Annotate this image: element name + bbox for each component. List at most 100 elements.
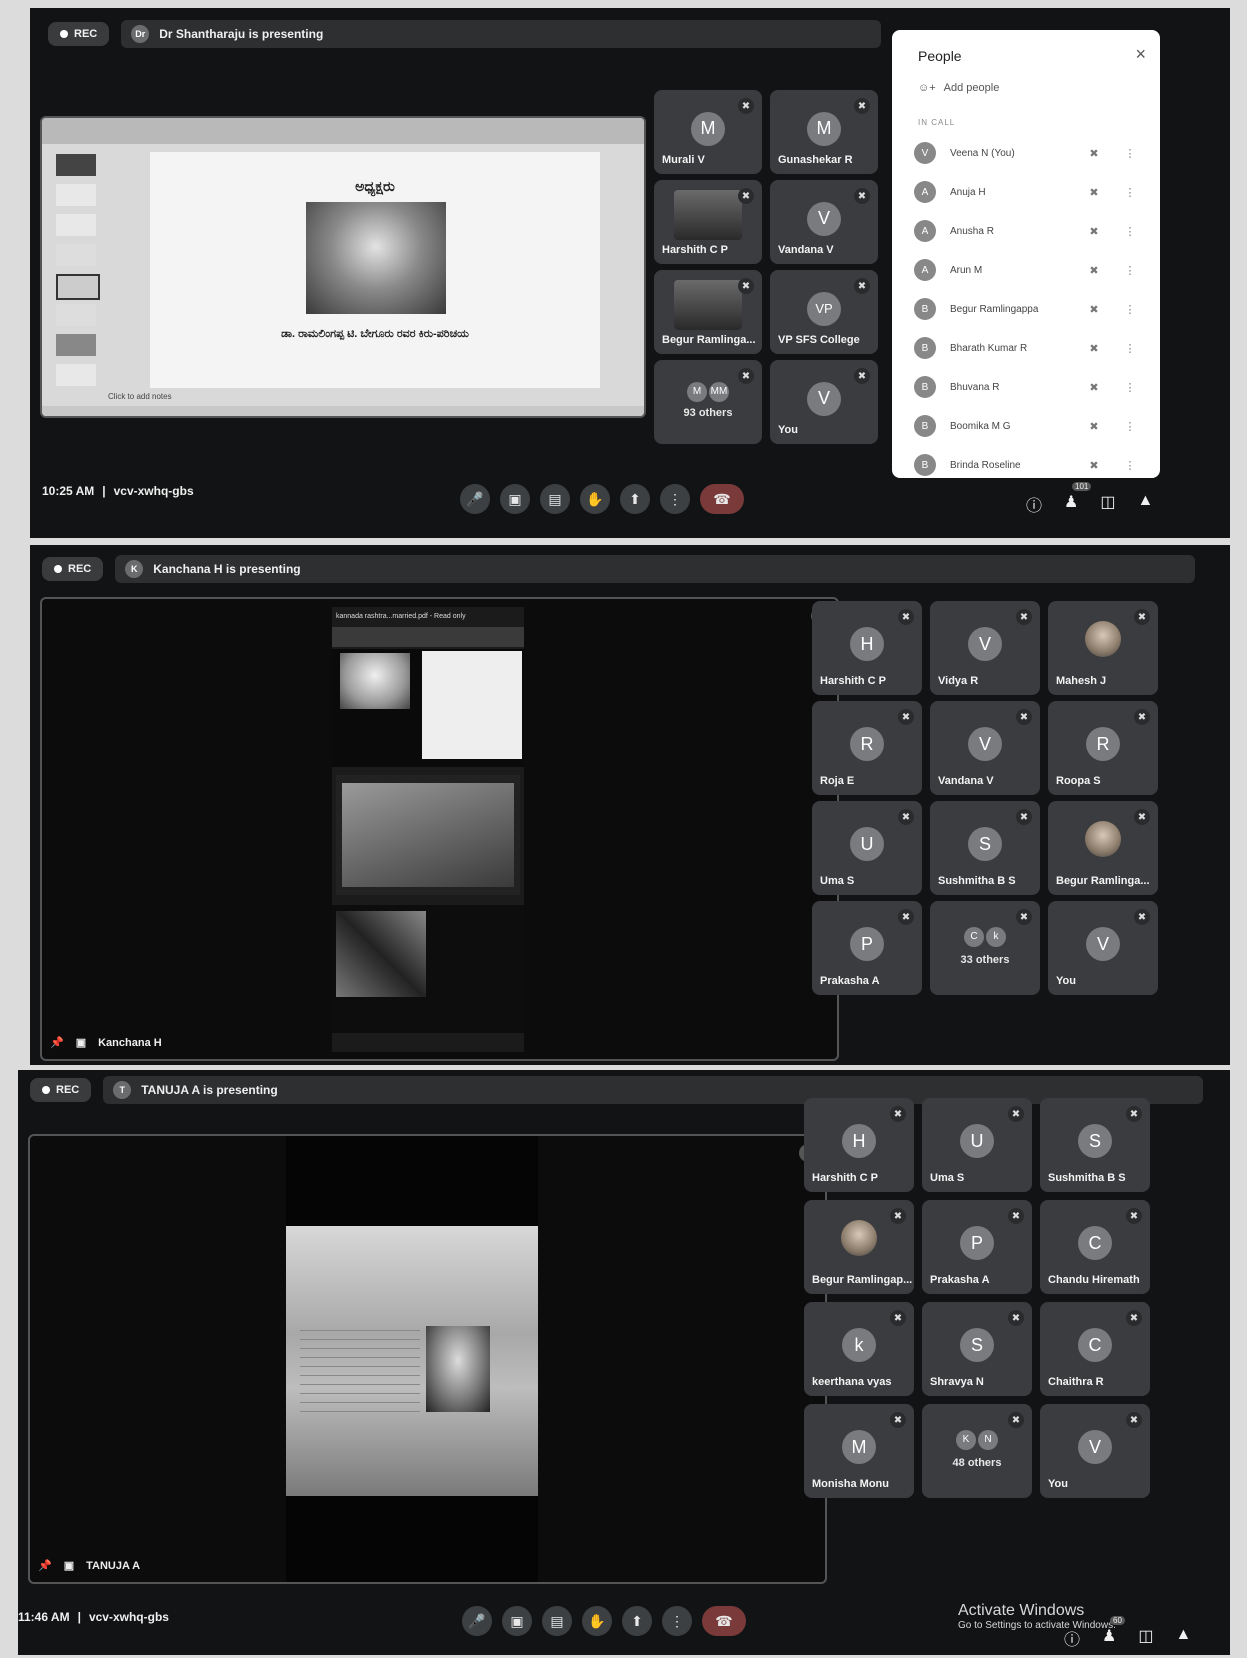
presenting-banner[interactable]: T TANUJA A is presenting: [103, 1076, 1204, 1104]
participant-tile[interactable]: V Vandana V ✖: [770, 180, 878, 264]
raise-hand-button[interactable]: ✋: [582, 1606, 612, 1636]
participant-row[interactable]: A Anusha R ✖ ⋮: [914, 216, 1148, 246]
participant-tile[interactable]: R Roopa S ✖: [1048, 701, 1158, 795]
mic-off-icon[interactable]: ✖: [1076, 459, 1112, 472]
people-icon[interactable]: ♟ 101: [1064, 482, 1092, 516]
chat-icon[interactable]: ◫: [1138, 1626, 1153, 1650]
participant-avatar: A: [914, 259, 936, 281]
participant-tile[interactable]: K N 48 others ✖: [922, 1404, 1032, 1498]
captions-button[interactable]: ▤: [542, 1606, 572, 1636]
slide-notes[interactable]: Click to add notes: [108, 392, 172, 401]
captions-button[interactable]: ▤: [540, 484, 570, 514]
raise-hand-button[interactable]: ✋: [580, 484, 610, 514]
participant-row[interactable]: B Begur Ramlingappa ✖ ⋮: [914, 294, 1148, 324]
mic-off-icon[interactable]: ✖: [1076, 147, 1112, 160]
more-vert-icon[interactable]: ⋮: [1112, 342, 1148, 355]
participant-tile[interactable]: V You ✖: [1040, 1404, 1150, 1498]
participant-tile[interactable]: H Harshith C P ✖: [804, 1098, 914, 1192]
thumbnail[interactable]: [56, 184, 96, 206]
participant-tile[interactable]: M Monisha Monu ✖: [804, 1404, 914, 1498]
participant-tile[interactable]: V You ✖: [770, 360, 878, 444]
pin-icon[interactable]: 📌: [38, 1559, 52, 1572]
more-options-button[interactable]: ⋮: [660, 484, 690, 514]
chat-icon[interactable]: ◫: [1100, 492, 1115, 516]
participant-tile[interactable]: Ck 33 others ✖: [930, 901, 1040, 995]
thumbnail[interactable]: [56, 334, 96, 356]
participant-tile[interactable]: M Gunashekar R ✖: [770, 90, 878, 174]
mic-off-icon[interactable]: ✖: [1076, 303, 1112, 316]
participant-tile[interactable]: Mahesh J ✖: [1048, 601, 1158, 695]
participant-avatar: B: [914, 415, 936, 437]
presenting-banner[interactable]: Dr Dr Shantharaju is presenting: [121, 20, 882, 48]
close-icon[interactable]: ×: [1135, 44, 1146, 65]
mic-toggle-button[interactable]: 🎤: [460, 484, 490, 514]
thumbnail-selected[interactable]: [56, 274, 100, 300]
participant-tile[interactable]: U Uma S ✖: [922, 1098, 1032, 1192]
participant-tile[interactable]: P Prakasha A ✖: [922, 1200, 1032, 1294]
mic-off-icon[interactable]: ✖: [1076, 381, 1112, 394]
thumbnail[interactable]: [56, 364, 96, 386]
participant-tile[interactable]: P Prakasha A ✖: [812, 901, 922, 995]
leave-call-button[interactable]: ☎: [702, 1606, 746, 1636]
participant-tile[interactable]: C Chandu Hiremath ✖: [1040, 1200, 1150, 1294]
mic-off-icon[interactable]: ✖: [1076, 420, 1112, 433]
participant-row[interactable]: B Bharath Kumar R ✖ ⋮: [914, 333, 1148, 363]
participant-tile[interactable]: k keerthana vyas ✖: [804, 1302, 914, 1396]
participant-tile[interactable]: S Sushmitha B S ✖: [1040, 1098, 1150, 1192]
participant-tile[interactable]: U Uma S ✖: [812, 801, 922, 895]
mic-off-icon[interactable]: ✖: [1076, 186, 1112, 199]
more-vert-icon[interactable]: ⋮: [1112, 147, 1148, 160]
participant-row[interactable]: A Anuja H ✖ ⋮: [914, 177, 1148, 207]
thumbnail[interactable]: [56, 154, 96, 176]
participant-row[interactable]: B Boomika M G ✖ ⋮: [914, 411, 1148, 441]
participant-row[interactable]: A Arun M ✖ ⋮: [914, 255, 1148, 285]
thumbnail[interactable]: [56, 304, 96, 326]
mic-off-icon[interactable]: ✖: [1076, 225, 1112, 238]
participant-tile[interactable]: Begur Ramlinga... ✖: [1048, 801, 1158, 895]
people-icon[interactable]: ♟ 60: [1102, 1616, 1125, 1650]
participant-tile[interactable]: VP VP SFS College ✖: [770, 270, 878, 354]
participant-tile[interactable]: Begur Ramlinga... ✖: [654, 270, 762, 354]
more-vert-icon[interactable]: ⋮: [1112, 420, 1148, 433]
activities-icon[interactable]: ▲: [1175, 1626, 1191, 1650]
more-vert-icon[interactable]: ⋮: [1112, 264, 1148, 277]
mic-muted-icon: ✖: [1126, 1106, 1142, 1122]
info-icon[interactable]: ⓘ: [1026, 492, 1042, 516]
participant-row[interactable]: B Bhuvana R ✖ ⋮: [914, 372, 1148, 402]
camera-toggle-button[interactable]: ▣: [500, 484, 530, 514]
participant-tile[interactable]: S Shravya N ✖: [922, 1302, 1032, 1396]
mic-off-icon[interactable]: ✖: [1076, 264, 1112, 277]
more-vert-icon[interactable]: ⋮: [1112, 459, 1148, 472]
present-button[interactable]: ⬆: [622, 1606, 652, 1636]
participant-tile[interactable]: V Vidya R ✖: [930, 601, 1040, 695]
more-vert-icon[interactable]: ⋮: [1112, 381, 1148, 394]
presenting-banner[interactable]: K Kanchana H is presenting: [115, 555, 1196, 583]
participant-row[interactable]: B Brinda Roseline ✖ ⋮: [914, 450, 1148, 478]
participant-tile[interactable]: Begur Ramlingap... ✖: [804, 1200, 914, 1294]
participant-tile[interactable]: V You ✖: [1048, 901, 1158, 995]
participant-tile[interactable]: C Chaithra R ✖: [1040, 1302, 1150, 1396]
more-vert-icon[interactable]: ⋮: [1112, 303, 1148, 316]
present-button[interactable]: ⬆: [620, 484, 650, 514]
participant-tile[interactable]: R Roja E ✖: [812, 701, 922, 795]
participant-tile[interactable]: H Harshith C P ✖: [812, 601, 922, 695]
thumbnail[interactable]: [56, 244, 96, 266]
participant-tile[interactable]: S Sushmitha B S ✖: [930, 801, 1040, 895]
thumbnail[interactable]: [56, 214, 96, 236]
add-people-button[interactable]: ☺+ Add people: [918, 82, 999, 94]
more-vert-icon[interactable]: ⋮: [1112, 225, 1148, 238]
mic-off-icon[interactable]: ✖: [1076, 342, 1112, 355]
camera-toggle-button[interactable]: ▣: [502, 1606, 532, 1636]
leave-call-button[interactable]: ☎: [700, 484, 744, 514]
more-vert-icon[interactable]: ⋮: [1112, 186, 1148, 199]
activities-icon[interactable]: ▲: [1137, 492, 1153, 516]
more-options-button[interactable]: ⋮: [662, 1606, 692, 1636]
participant-tile[interactable]: V Vandana V ✖: [930, 701, 1040, 795]
participant-tile[interactable]: Harshith C P ✖: [654, 180, 762, 264]
participant-row[interactable]: V Veena N (You) ✖ ⋮: [914, 138, 1148, 168]
mic-toggle-button[interactable]: 🎤: [462, 1606, 492, 1636]
pin-icon[interactable]: 📌: [50, 1036, 64, 1049]
info-icon[interactable]: ⓘ: [1064, 1626, 1080, 1650]
participant-tile[interactable]: M Murali V ✖: [654, 90, 762, 174]
participant-tile[interactable]: M MM 93 others ✖: [654, 360, 762, 444]
